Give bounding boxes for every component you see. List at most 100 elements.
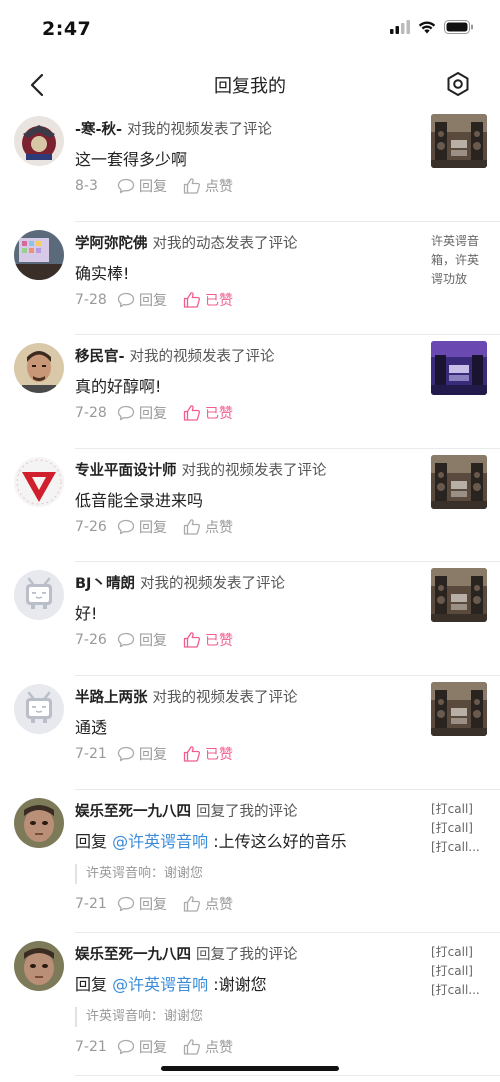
reply-list-item[interactable]: 半路上两张 对我的视频发表了评论通透 7-21 回复 已赞: [0, 676, 500, 790]
source-snippet-line: [打call]: [431, 963, 473, 978]
reply-button[interactable]: 回复: [117, 290, 167, 310]
like-button[interactable]: 点赞: [183, 176, 233, 196]
like-label: 点赞: [205, 519, 233, 536]
source-thumbnail[interactable]: [431, 681, 487, 736]
avatar-image: [14, 229, 64, 280]
source-thumbnail[interactable]: [431, 341, 487, 396]
like-label: 已赞: [205, 746, 233, 763]
item-meta: 7-21 回复 点赞: [75, 1037, 249, 1057]
comment-text: 回复 @许英谔音响 :上传这么好的音乐: [75, 828, 347, 852]
source-snippet-line: [打call]: [431, 820, 473, 835]
source-thumbnail[interactable]: [431, 454, 487, 509]
reply-list-item[interactable]: 移民官- 对我的视频发表了评论 真的好醇啊! 7-28 回复 已赞: [0, 335, 500, 449]
comment-text: 这一套得多少啊: [75, 146, 187, 170]
like-button[interactable]: 已赞: [183, 403, 233, 423]
item-meta: 7-28 回复 已赞: [75, 290, 249, 310]
reply-label: 回复: [139, 746, 167, 763]
item-meta: 7-21 回复 已赞: [75, 744, 249, 764]
reply-button[interactable]: 回复: [117, 894, 167, 914]
reply-button[interactable]: 回复: [117, 403, 167, 423]
comment-body: 通透: [75, 717, 108, 737]
username[interactable]: 半路上两张: [75, 690, 148, 706]
mention-link[interactable]: @许英谔音响: [112, 975, 208, 994]
like-button[interactable]: 已赞: [183, 630, 233, 650]
reply-action: 对我的动态发表了评论: [152, 235, 298, 252]
comment-bubble-icon: [117, 406, 135, 421]
avatar[interactable]: [14, 570, 64, 621]
comment-bubble-icon: [117, 746, 135, 762]
thumbs-up-icon: [183, 405, 201, 421]
like-button[interactable]: 已赞: [183, 744, 233, 764]
settings-hexagon-icon[interactable]: [444, 70, 472, 98]
like-button[interactable]: 点赞: [183, 894, 233, 914]
mention-link[interactable]: @许英谔音响: [112, 832, 208, 851]
source-snippet[interactable]: 许英谔音 箱，许英 谔功放: [431, 232, 489, 289]
reply-button[interactable]: 回复: [117, 744, 167, 764]
reply-list-item[interactable]: 专业平面设计师 对我的视频发表了评论 低音能全录进来吗 7-26 回复 点赞: [0, 449, 500, 563]
comment-prefix: 回复: [75, 831, 108, 851]
username[interactable]: BJ丶晴朗: [75, 576, 135, 592]
thumbs-up-icon: [183, 895, 201, 912]
source-snippet[interactable]: [打call] [打call] [打call...: [431, 800, 489, 857]
avatar[interactable]: [14, 343, 64, 394]
username[interactable]: 娱乐至死一九八四: [75, 804, 191, 820]
like-label: 点赞: [205, 179, 233, 195]
reply-label: 回复: [139, 1039, 167, 1056]
like-button[interactable]: 已赞: [183, 290, 233, 310]
source-snippet[interactable]: [打call] [打call] [打call...: [431, 943, 489, 1000]
thumbs-up-icon: [183, 291, 201, 308]
avatar[interactable]: [14, 797, 64, 848]
reply-headline: 学阿弥陀佛 对我的动态发表了评论: [75, 232, 298, 253]
username[interactable]: 学阿弥陀佛: [75, 236, 148, 252]
source-snippet-line: 许英谔音: [431, 233, 480, 248]
reply-action: 对我的视频发表了评论: [152, 689, 298, 706]
source-snippet-line: [打call...: [431, 982, 480, 997]
reply-button[interactable]: 回复: [117, 176, 167, 196]
reply-label: 回复: [139, 406, 167, 423]
thumbs-up-icon: [183, 178, 201, 194]
comment-text: 回复 @许英谔音响 :谢谢您: [75, 971, 267, 995]
avatar[interactable]: [14, 116, 64, 166]
video-thumbnail: [431, 681, 487, 736]
comment-body: :上传这么好的音乐: [213, 831, 347, 851]
username[interactable]: 专业平面设计师: [75, 463, 177, 479]
reply-list-item[interactable]: BJ丶晴朗 对我的视频发表了评论 好! 7-26 回复 已赞: [0, 562, 500, 676]
video-thumbnail: [431, 454, 487, 509]
reply-list-item[interactable]: 学阿弥陀佛 对我的动态发表了评论 确实棒! 7-28 回复 已赞 许英谔音 箱，许英 谔功放: [0, 222, 500, 336]
like-button[interactable]: 点赞: [183, 517, 233, 537]
avatar[interactable]: [14, 683, 64, 734]
source-thumbnail[interactable]: [431, 114, 487, 168]
username[interactable]: 移民官-: [75, 349, 125, 365]
reply-list-item[interactable]: -寒-秋- 对我的视频发表了评论 这一套得多少啊 8-3 回复 点赞: [0, 108, 500, 222]
comment-body: 确实棒!: [75, 263, 130, 283]
date: 8-3: [75, 178, 98, 194]
reply-list-item[interactable]: 娱乐至死一九八四 回复了我的评论 回复 @许英谔音响 :谢谢您 许英谔音响：谢谢您 7-…: [0, 933, 500, 1076]
source-thumbnail[interactable]: [431, 568, 487, 623]
thumbs-up-icon: [183, 632, 201, 649]
comment-prefix: 回复: [75, 974, 108, 994]
like-button[interactable]: 点赞: [183, 1037, 233, 1057]
comment-body: :谢谢您: [213, 974, 267, 994]
avatar[interactable]: [14, 229, 64, 280]
reply-label: 回复: [139, 896, 167, 913]
source-snippet-line: [打call...: [431, 839, 480, 854]
avatar-image: [14, 570, 64, 621]
quoted-comment: 许英谔音响：谢谢您: [75, 863, 203, 884]
reply-button[interactable]: 回复: [117, 630, 167, 650]
comment-bubble-icon: [117, 896, 135, 911]
reply-headline: 娱乐至死一九八四 回复了我的评论: [75, 800, 298, 821]
date: 7-21: [75, 745, 107, 762]
avatar[interactable]: [14, 940, 64, 991]
reply-action: 对我的视频发表了评论: [139, 576, 285, 593]
comment-text: 真的好醇啊!: [75, 373, 161, 397]
like-label: 点赞: [205, 1039, 233, 1056]
source-snippet-line: 谔功放: [431, 271, 468, 286]
username[interactable]: -寒-秋-: [75, 122, 122, 138]
like-label: 点赞: [205, 896, 233, 913]
avatar[interactable]: [14, 456, 64, 507]
reply-list-item[interactable]: 娱乐至死一九八四 回复了我的评论 回复 @许英谔音响 :上传这么好的音乐 许英谔音响：…: [0, 790, 500, 933]
reply-button[interactable]: 回复: [117, 1037, 167, 1057]
reply-button[interactable]: 回复: [117, 517, 167, 537]
comment-text: 确实棒!: [75, 260, 129, 284]
username[interactable]: 娱乐至死一九八四: [75, 947, 191, 963]
